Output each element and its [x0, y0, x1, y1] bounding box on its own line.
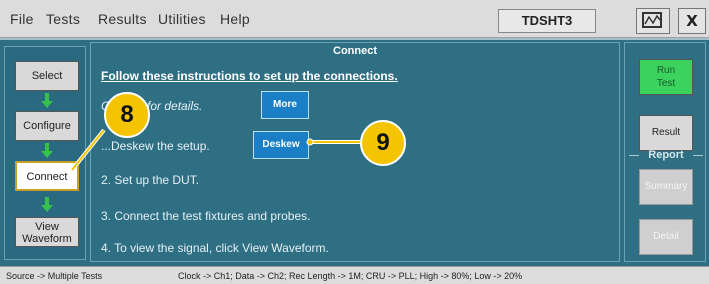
menu-file[interactable]: File	[10, 11, 34, 27]
step-2: 2. Set up the DUT.	[101, 173, 200, 187]
select-button[interactable]: Select	[15, 61, 79, 91]
menu-tests[interactable]: Tests	[46, 11, 80, 27]
callout-9: 9	[360, 120, 406, 166]
more-button[interactable]: More	[261, 91, 309, 119]
view-waveform-button[interactable]: View Waveform	[15, 217, 79, 247]
run-test-label-2: Test	[656, 78, 676, 89]
connect-button[interactable]: Connect	[15, 161, 79, 191]
arrow-down-icon	[41, 93, 53, 109]
summary-button[interactable]: Summary	[639, 169, 693, 205]
connect-panel: Connect Follow these instructions to set…	[90, 42, 620, 262]
configure-button[interactable]: Configure	[15, 111, 79, 141]
close-button[interactable]: X	[678, 8, 706, 34]
right-panel: Run Test Result Report Summary Detail	[624, 42, 706, 262]
restore-window-icon	[642, 12, 662, 28]
arrow-down-icon	[41, 197, 53, 213]
report-label: Report	[648, 149, 684, 161]
run-test-label-1: Run	[656, 65, 676, 76]
menu-help[interactable]: Help	[220, 11, 250, 27]
instructions-heading: Follow these instructions to set up the …	[101, 69, 398, 83]
view-waveform-label-2: Waveform	[22, 233, 72, 245]
status-source: Source -> Multiple Tests	[6, 271, 103, 281]
detail-button[interactable]: Detail	[639, 219, 693, 255]
restore-button[interactable]	[636, 8, 670, 34]
step-1: ...Deskew the setup.	[101, 139, 210, 153]
panel-title: Connect	[333, 45, 377, 57]
menu-utilities[interactable]: Utilities	[158, 11, 206, 27]
menu-results[interactable]: Results	[98, 11, 147, 27]
run-test-button[interactable]: Run Test	[639, 59, 693, 95]
menu-bar: File Tests Results Utilities Help TDSHT3…	[0, 0, 709, 38]
arrow-down-icon	[41, 143, 53, 159]
status-config: Clock -> Ch1; Data -> Ch2; Rec Length ->…	[178, 271, 523, 281]
status-bar: Source -> Multiple Tests Clock -> Ch1; D…	[0, 266, 709, 284]
report-divider-right	[693, 155, 703, 156]
main-area: Select Configure Connect View Waveform C…	[0, 38, 709, 266]
app-title: TDSHT3	[498, 9, 596, 33]
result-button[interactable]: Result	[639, 115, 693, 151]
step-4: 4. To view the signal, click View Wavefo…	[101, 241, 329, 255]
view-waveform-label-1: View	[35, 221, 59, 233]
left-nav-panel: Select Configure Connect View Waveform	[4, 46, 86, 260]
callout-8: 8	[104, 92, 150, 138]
step-3: 3. Connect the test fixtures and probes.	[101, 209, 311, 223]
deskew-button[interactable]: Deskew	[253, 131, 309, 159]
